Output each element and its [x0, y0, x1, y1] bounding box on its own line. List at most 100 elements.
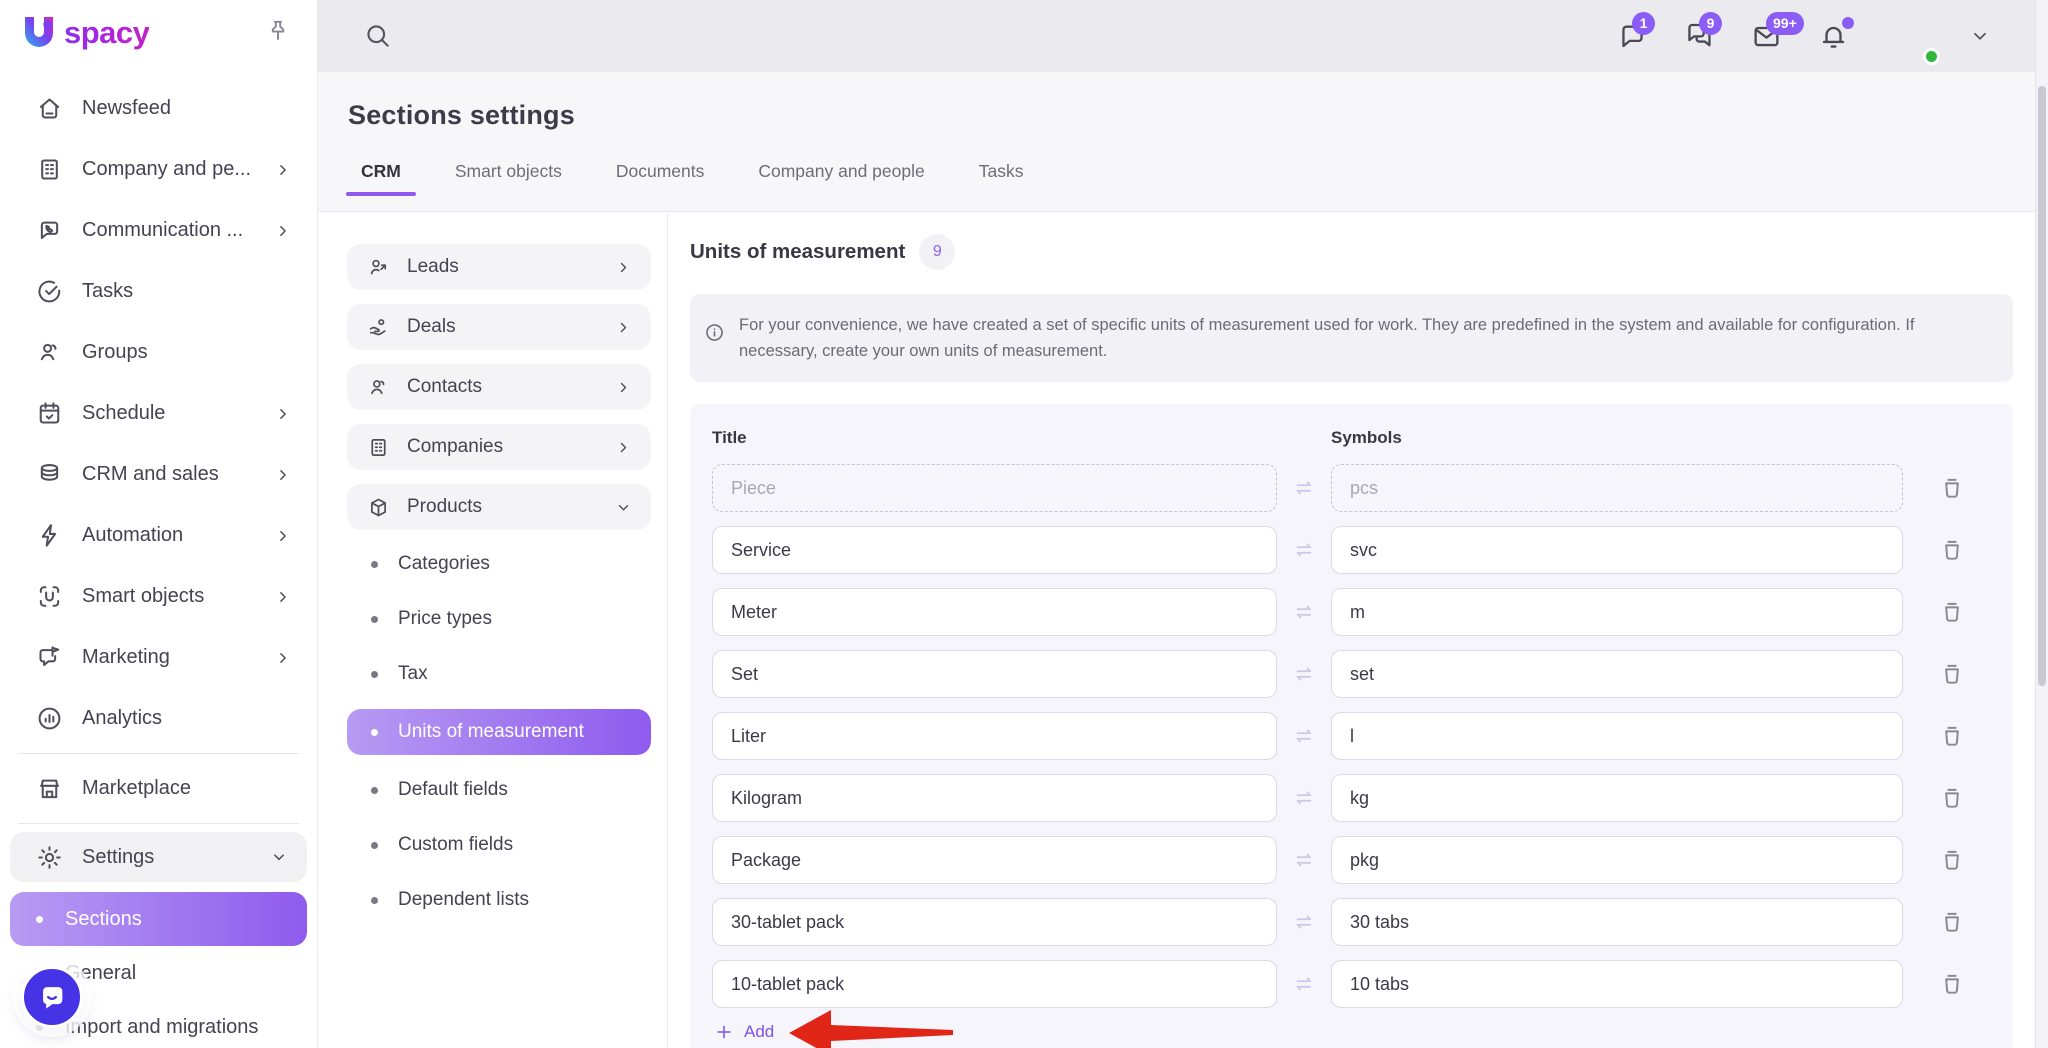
tab-company-and-people[interactable]: Company and people — [743, 161, 939, 196]
comm-icon — [36, 217, 63, 244]
sidebar-item-marketing[interactable]: Marketing — [0, 627, 317, 688]
sidebar-item-schedule[interactable]: Schedule — [0, 383, 317, 444]
unit-symbol-input[interactable] — [1331, 712, 1903, 760]
user-avatar[interactable] — [1885, 10, 1940, 65]
search-icon[interactable] — [364, 22, 392, 50]
panel-item-products[interactable]: Products — [347, 484, 651, 530]
sidebar-item-newsfeed[interactable]: Newsfeed — [0, 78, 317, 139]
panel-sub-units-of-measurement[interactable]: Units of measurement — [347, 709, 651, 755]
sidebar-item-communication[interactable]: Communication ... — [0, 200, 317, 261]
panel-sub-price-types[interactable]: Price types — [347, 599, 651, 639]
delete-row-button[interactable] — [1939, 537, 1965, 563]
delete-row-button[interactable] — [1939, 785, 1965, 811]
swap-icon[interactable] — [1277, 972, 1331, 996]
panel-sub-categories[interactable]: Categories — [347, 544, 651, 584]
panel-sub-custom-fields[interactable]: Custom fields — [347, 825, 651, 865]
add-unit-button[interactable]: Add — [714, 1022, 774, 1042]
delete-row-button[interactable] — [1939, 475, 1965, 501]
swap-icon[interactable] — [1277, 476, 1331, 500]
trash-icon — [1939, 909, 1965, 935]
unit-row-0 — [712, 464, 1991, 512]
tab-tasks[interactable]: Tasks — [964, 161, 1039, 196]
unit-title-input[interactable] — [712, 464, 1277, 512]
panel-sub-default-fields[interactable]: Default fields — [347, 770, 651, 810]
unit-title-input[interactable] — [712, 650, 1277, 698]
sidebar-item-tasks[interactable]: Tasks — [0, 261, 317, 322]
task-icon — [36, 278, 63, 305]
delete-row-button[interactable] — [1939, 909, 1965, 935]
unit-title-input[interactable] — [712, 960, 1277, 1008]
swap-icon[interactable] — [1277, 662, 1331, 686]
tab-documents[interactable]: Documents — [601, 161, 720, 196]
sidebar-item-marketplace[interactable]: Marketplace — [0, 758, 317, 819]
sidebar-item-label: Marketplace — [82, 777, 191, 799]
unit-title-input[interactable] — [712, 526, 1277, 574]
chat-badge: 1 — [1632, 11, 1655, 35]
trash-icon — [1939, 537, 1965, 563]
tabs-bar: CRM Smart objects Documents Company and … — [334, 161, 2048, 196]
panel-item-companies[interactable]: Companies — [347, 424, 651, 470]
unit-symbol-input[interactable] — [1331, 526, 1903, 574]
sidebar-item-crm-and-sales[interactable]: CRM and sales — [0, 444, 317, 505]
sidebar-item-analytics[interactable]: Analytics — [0, 688, 317, 749]
trash-icon — [1939, 599, 1965, 625]
trash-icon — [1939, 661, 1965, 687]
delete-row-button[interactable] — [1939, 971, 1965, 997]
delete-row-button[interactable] — [1939, 723, 1965, 749]
swap-icon[interactable] — [1277, 786, 1331, 810]
unit-symbol-input[interactable] — [1331, 650, 1903, 698]
panel-item-deals[interactable]: Deals — [347, 304, 651, 350]
delete-row-button[interactable] — [1939, 661, 1965, 687]
unit-symbol-input[interactable] — [1331, 960, 1903, 1008]
unit-symbol-input[interactable] — [1331, 588, 1903, 636]
sidebar-item-company-and-pe[interactable]: Company and pe... — [0, 139, 317, 200]
unit-symbol-input[interactable] — [1331, 836, 1903, 884]
smart-objects-icon — [36, 583, 63, 610]
topbar: 1 9 99+ — [318, 0, 2048, 72]
mail-icon[interactable]: 99+ — [1751, 11, 1804, 52]
tab-crm[interactable]: CRM — [346, 161, 416, 196]
chevron-down-icon — [269, 847, 289, 867]
swap-icon[interactable] — [1277, 910, 1331, 934]
sidebar-item-automation[interactable]: Automation — [0, 505, 317, 566]
panel-sub-label: Dependent lists — [398, 889, 529, 910]
unit-row-3 — [712, 650, 1991, 698]
unit-title-input[interactable] — [712, 774, 1277, 822]
unit-title-input[interactable] — [712, 836, 1277, 884]
panel-item-contacts[interactable]: Contacts — [347, 364, 651, 410]
panel-sub-dependent-lists[interactable]: Dependent lists — [347, 880, 651, 920]
bell-icon[interactable] — [1818, 16, 1854, 52]
tab-smart-objects[interactable]: Smart objects — [440, 161, 577, 196]
panel-item-leads[interactable]: Leads — [347, 244, 651, 290]
delete-row-button[interactable] — [1939, 847, 1965, 873]
unit-title-input[interactable] — [712, 588, 1277, 636]
unit-title-input[interactable] — [712, 712, 1277, 760]
team-chat-badge: 9 — [1699, 11, 1722, 35]
team-chat-icon[interactable]: 9 — [1684, 11, 1722, 52]
scrollbar-thumb[interactable] — [2038, 86, 2046, 686]
uspacy-logo[interactable]: spacy — [20, 13, 150, 53]
unit-symbol-input[interactable] — [1331, 774, 1903, 822]
unit-symbol-input[interactable] — [1331, 898, 1903, 946]
swap-icon[interactable] — [1277, 848, 1331, 872]
sidebar-item-label: Groups — [82, 341, 148, 363]
pin-icon[interactable] — [265, 18, 291, 44]
info-text: For your convenience, we have created a … — [739, 316, 1915, 360]
chat-launcher-button[interactable] — [21, 966, 83, 1028]
marketing-icon — [36, 644, 63, 671]
panel-sub-tax[interactable]: Tax — [347, 654, 651, 694]
sidebar-item-smart-objects[interactable]: Smart objects — [0, 566, 317, 627]
sidebar-item-label: Analytics — [82, 707, 163, 729]
bullet-dot — [371, 560, 378, 568]
swap-icon[interactable] — [1277, 538, 1331, 562]
profile-chevron-down-icon[interactable] — [1968, 24, 1992, 48]
sidebar-item-sections[interactable]: Sections — [10, 892, 307, 946]
swap-icon[interactable] — [1277, 600, 1331, 624]
chat-icon[interactable]: 1 — [1617, 11, 1655, 52]
delete-row-button[interactable] — [1939, 599, 1965, 625]
sidebar-item-settings[interactable]: Settings — [10, 832, 307, 882]
unit-title-input[interactable] — [712, 898, 1277, 946]
unit-symbol-input[interactable] — [1331, 464, 1903, 512]
swap-icon[interactable] — [1277, 724, 1331, 748]
sidebar-item-groups[interactable]: Groups — [0, 322, 317, 383]
